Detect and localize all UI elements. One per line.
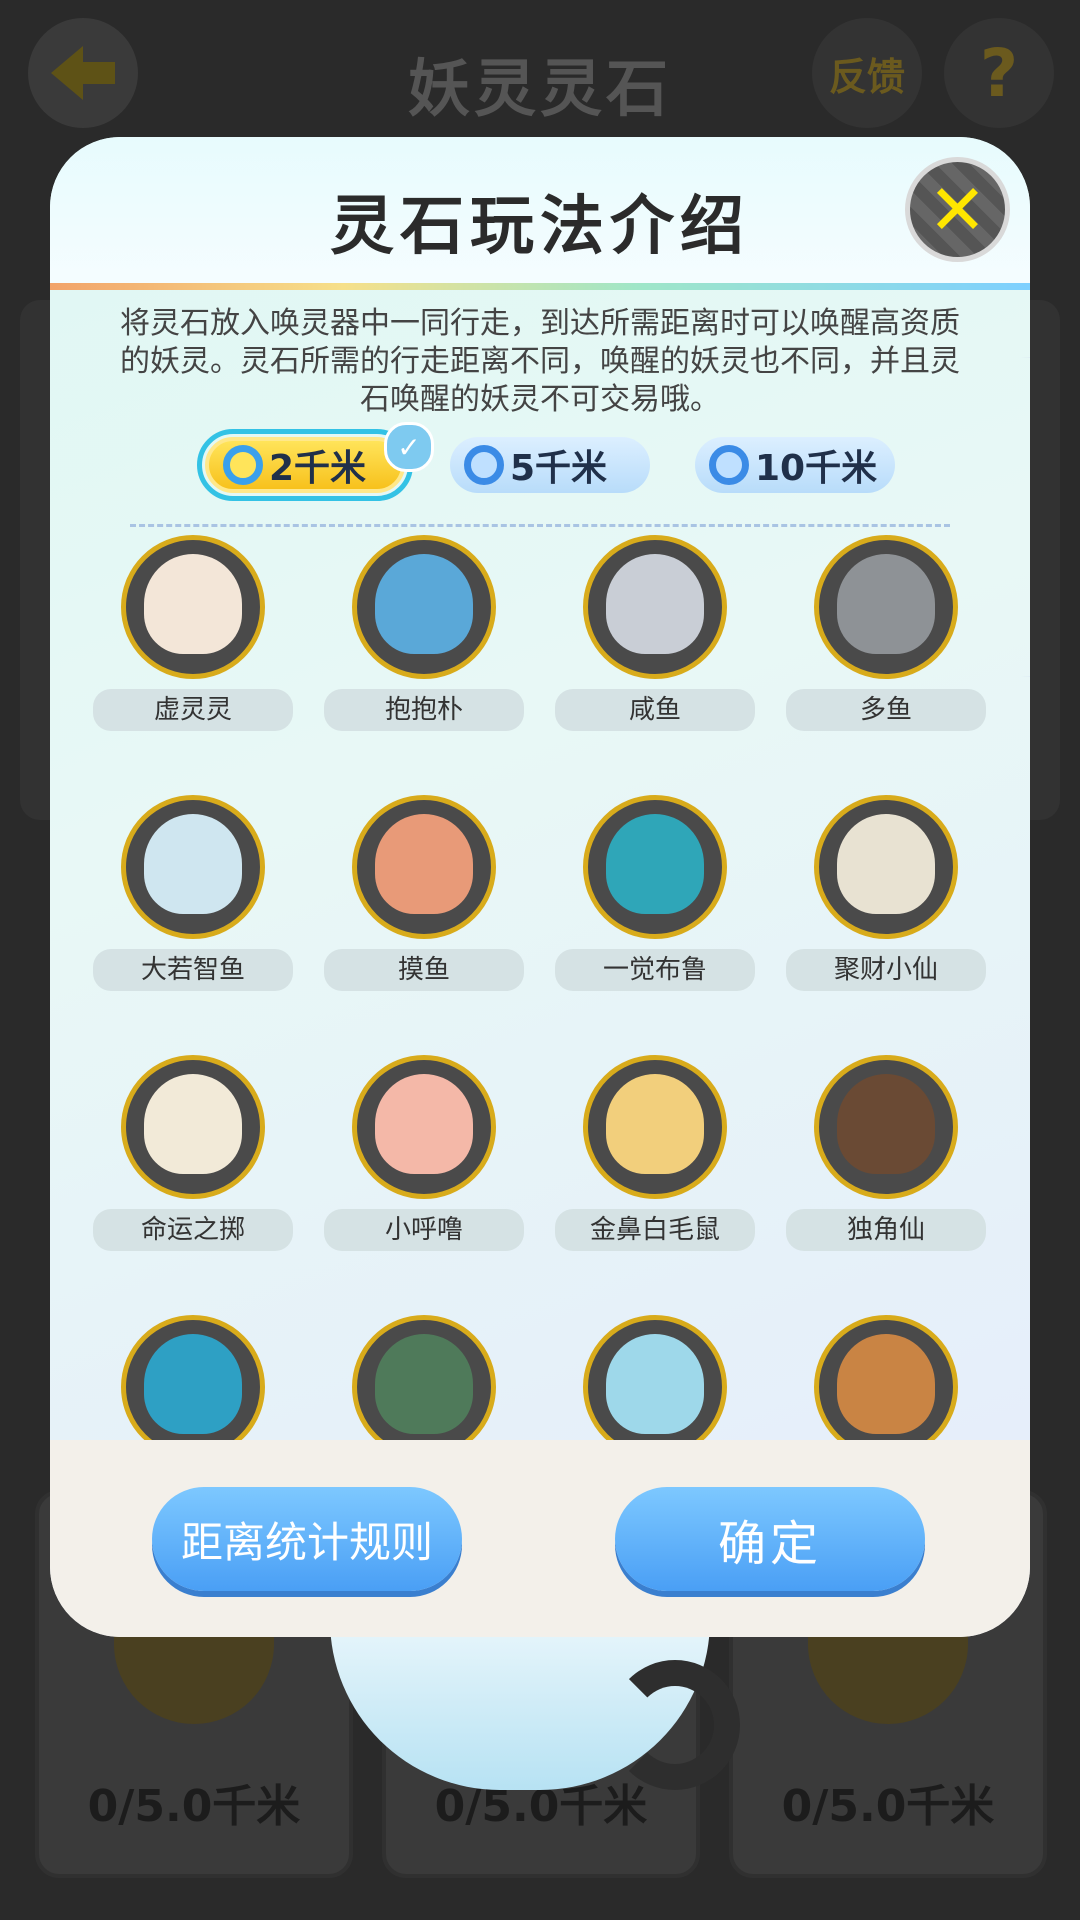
- creature-item[interactable]: 一觉布鲁: [555, 787, 755, 1027]
- creature-avatar: [814, 795, 958, 939]
- slot-distance: 0/5.0千米: [87, 1781, 301, 1832]
- creature-figure: [144, 554, 242, 654]
- creature-figure: [606, 1074, 704, 1174]
- creature-figure: [375, 1334, 473, 1434]
- creature-item[interactable]: [324, 1307, 524, 1447]
- creature-name: 摸鱼: [324, 949, 524, 991]
- help-button[interactable]: ?: [944, 18, 1054, 128]
- dialog-title: 灵石玩法介绍: [330, 190, 750, 264]
- creature-avatar: [121, 1055, 265, 1199]
- creature-name: 聚财小仙: [786, 949, 986, 991]
- creature-name: 抱抱朴: [324, 689, 524, 731]
- confirm-button[interactable]: 确定: [615, 1487, 925, 1591]
- creature-name: 一觉布鲁: [555, 949, 755, 991]
- creature-figure: [606, 554, 704, 654]
- creature-avatar: [583, 1315, 727, 1447]
- creature-figure: [375, 554, 473, 654]
- creature-name: 咸鱼: [555, 689, 755, 731]
- creature-figure: [606, 1334, 704, 1434]
- creature-avatar: [352, 535, 496, 679]
- slot-distance: 0/5.0千米: [781, 1781, 995, 1832]
- creature-item[interactable]: 大若智鱼: [93, 787, 293, 1027]
- creature-item[interactable]: 小呼噜: [324, 1047, 524, 1287]
- header-divider: [50, 283, 1030, 290]
- feedback-button[interactable]: 反馈: [812, 18, 922, 128]
- tab-2km[interactable]: 2千米: [197, 429, 413, 501]
- tab-10km[interactable]: 10千米: [695, 437, 895, 493]
- creature-figure: [375, 814, 473, 914]
- creature-name: 独角仙: [786, 1209, 986, 1251]
- creature-avatar: [121, 795, 265, 939]
- creature-figure: [837, 554, 935, 654]
- creature-item[interactable]: 抱抱朴: [324, 527, 524, 767]
- creature-avatar: [352, 1315, 496, 1447]
- creature-avatar: [583, 795, 727, 939]
- page-header: 妖灵灵石 反馈 ?: [0, 0, 1080, 150]
- intro-text: 将灵石放入唤灵器中一同行走，到达所需距离时可以唤醒高资质的妖灵。灵石所需的行走距…: [120, 306, 960, 417]
- stone-ring-icon: [223, 445, 263, 485]
- creature-figure: [837, 1334, 935, 1434]
- creature-item[interactable]: [555, 1307, 755, 1447]
- check-icon: ✓: [384, 422, 434, 472]
- creature-item[interactable]: 金鼻白毛鼠: [555, 1047, 755, 1287]
- creature-figure: [606, 814, 704, 914]
- creature-avatar: [121, 535, 265, 679]
- creature-name: 多鱼: [786, 689, 986, 731]
- swirl-decoration: [610, 1660, 740, 1790]
- creature-avatar: [352, 1055, 496, 1199]
- tab-label: 10千米: [755, 448, 878, 489]
- creature-name: 大若智鱼: [93, 949, 293, 991]
- creature-figure: [144, 1334, 242, 1434]
- distance-rules-button[interactable]: 距离统计规则: [152, 1487, 462, 1591]
- creature-item[interactable]: 命运之掷: [93, 1047, 293, 1287]
- creature-figure: [837, 814, 935, 914]
- creature-avatar: [121, 1315, 265, 1447]
- creature-item[interactable]: 独角仙: [786, 1047, 986, 1287]
- creature-avatar: [583, 535, 727, 679]
- intro-dialog: 灵石玩法介绍 ✕ 将灵石放入唤灵器中一同行走，到达所需距离时可以唤醒高资质的妖灵…: [50, 137, 1030, 1637]
- creature-avatar: [814, 535, 958, 679]
- creature-item[interactable]: 摸鱼: [324, 787, 524, 1027]
- creature-item[interactable]: [786, 1307, 986, 1447]
- creature-item[interactable]: 咸鱼: [555, 527, 755, 767]
- close-button[interactable]: ✕: [905, 157, 1010, 262]
- creature-avatar: [583, 1055, 727, 1199]
- creature-name: 虚灵灵: [93, 689, 293, 731]
- stone-ring-icon: [464, 445, 504, 485]
- creature-avatar: [814, 1055, 958, 1199]
- stone-ring-icon: [709, 445, 749, 485]
- creature-name: 命运之掷: [93, 1209, 293, 1251]
- creature-figure: [837, 1074, 935, 1174]
- tab-label: 2千米: [269, 448, 367, 489]
- tab-5km[interactable]: 5千米: [450, 437, 650, 493]
- creature-figure: [144, 814, 242, 914]
- creature-avatar: [814, 1315, 958, 1447]
- creature-item[interactable]: 虚灵灵: [93, 527, 293, 767]
- creature-name: 金鼻白毛鼠: [555, 1209, 755, 1251]
- creature-name: 小呼噜: [324, 1209, 524, 1251]
- creature-figure: [375, 1074, 473, 1174]
- creature-item[interactable]: [93, 1307, 293, 1447]
- creature-grid: 虚灵灵 抱抱朴 咸鱼 多鱼大若智鱼 摸鱼 一觉布鲁 聚财小仙命运之掷 小呼噜 金鼻白毛鼠 独角仙: [50, 527, 1030, 1447]
- creature-item[interactable]: 多鱼: [786, 527, 986, 767]
- creature-avatar: [352, 795, 496, 939]
- tab-label: 5千米: [510, 448, 608, 489]
- creature-figure: [144, 1074, 242, 1174]
- creature-item[interactable]: 聚财小仙: [786, 787, 986, 1027]
